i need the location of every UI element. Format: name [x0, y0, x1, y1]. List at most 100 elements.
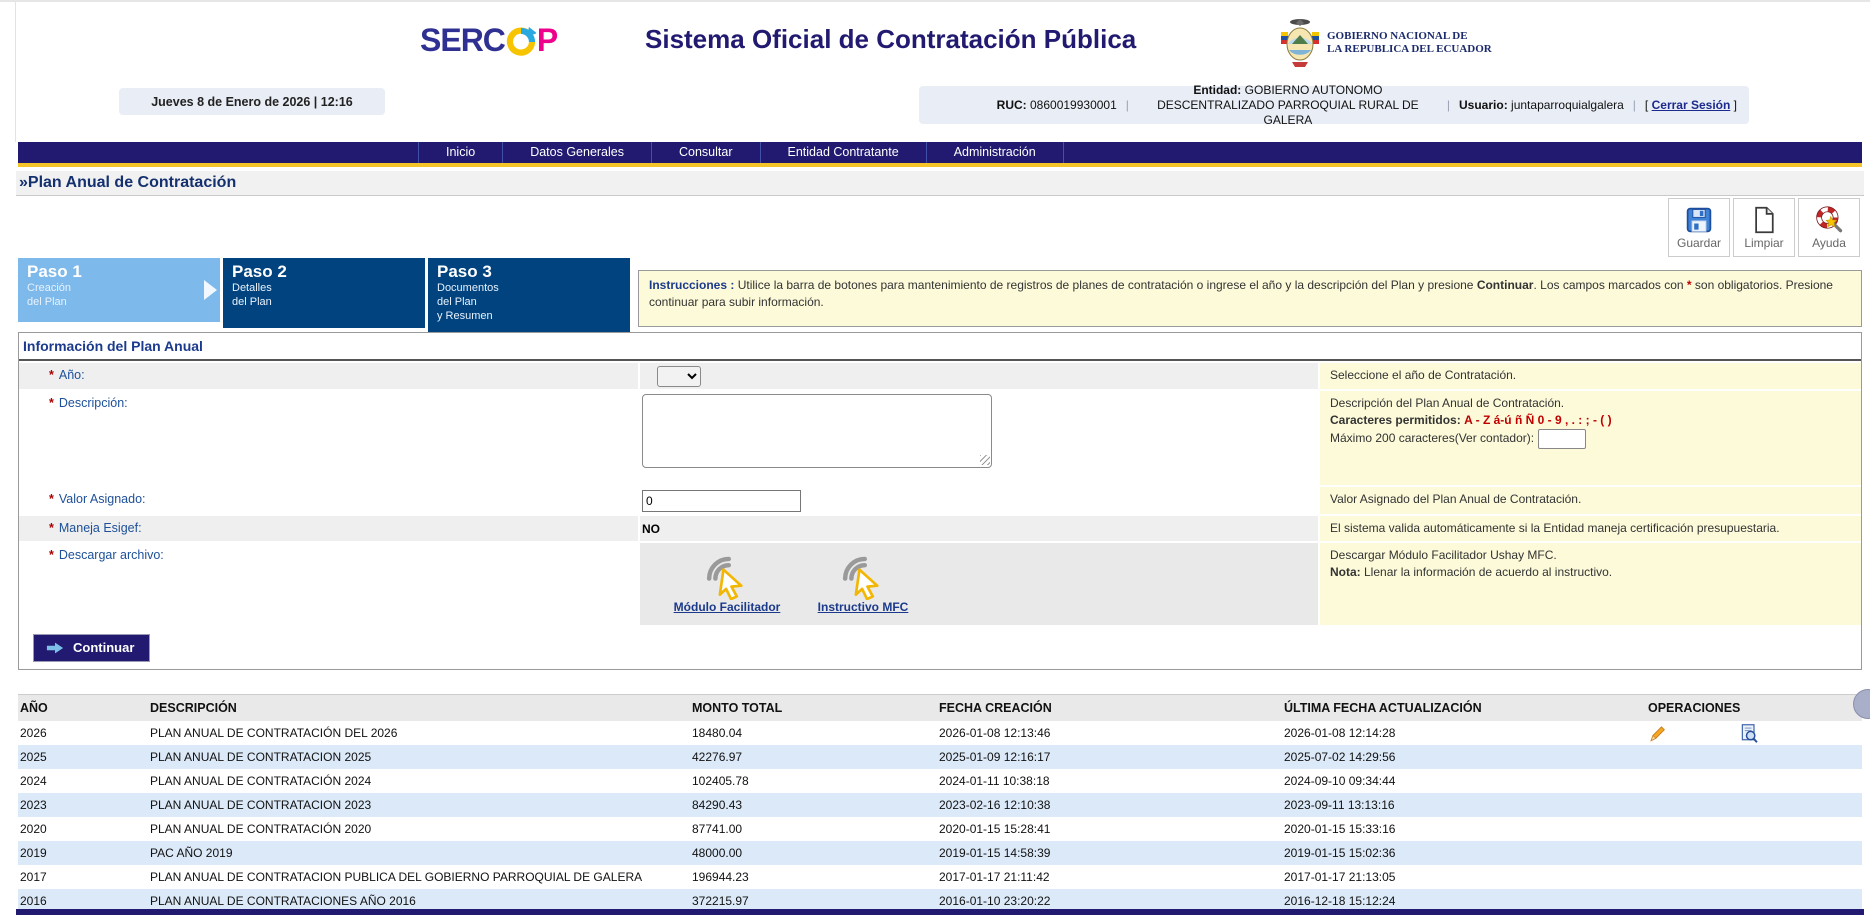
cell-created: 2020-01-15 15:28:41 — [937, 817, 1282, 841]
char-counter-label: Máximo 200 caracteres(Ver contador): — [1330, 431, 1534, 445]
edit-pencil-icon[interactable] — [1648, 724, 1667, 743]
cell-operations — [1646, 769, 1862, 793]
logout-link[interactable]: Cerrar Sesión — [1652, 98, 1731, 112]
esigef-value: NO — [642, 519, 1318, 536]
continue-button-label: Continuar — [73, 640, 134, 655]
cell-updated: 2017-01-17 21:13:05 — [1282, 865, 1646, 889]
modulo-facilitador-download[interactable]: Módulo Facilitador — [666, 550, 788, 614]
clear-button[interactable]: Limpiar — [1733, 198, 1795, 257]
esigef-label: Maneja Esigef: — [59, 521, 142, 535]
required-mark: * — [49, 548, 54, 562]
required-mark: * — [49, 396, 54, 410]
user-label: Usuario: — [1459, 98, 1508, 112]
instructions-bold-continuar: Continuar — [1477, 278, 1534, 292]
nav-item-inicio[interactable]: Inicio — [418, 142, 502, 163]
cell-year: 2024 — [18, 769, 148, 793]
anio-label-cell: *Año: — [19, 363, 638, 389]
cell-amount: 87741.00 — [690, 817, 937, 841]
cell-amount: 84290.43 — [690, 793, 937, 817]
nav-spacer — [18, 142, 418, 163]
descargar-help: Descargar Módulo Facilitador Ushay MFC. … — [1320, 543, 1861, 625]
continue-button[interactable]: Continuar — [33, 634, 150, 662]
descripcion-input-cell — [640, 391, 1318, 485]
cell-description: PLAN ANUAL DE CONTRATACIÓN DEL 2026 — [148, 721, 690, 745]
government-label-line2: LA REPUBLICA DEL ECUADOR — [1327, 43, 1492, 55]
session-info-bar: RUC: 0860019930001 | Entidad: GOBIERNO A… — [919, 86, 1749, 124]
cell-year: 2019 — [18, 841, 148, 865]
cell-year: 2017 — [18, 865, 148, 889]
descargar-label: Descargar archivo: — [59, 548, 164, 562]
nav-item-datos-generales[interactable]: Datos Generales — [502, 142, 651, 163]
cell-operations — [1646, 817, 1862, 841]
cell-created: 2026-01-08 12:13:46 — [937, 721, 1282, 745]
nota-label: Nota: — [1330, 565, 1361, 579]
step-2-line1: Detalles — [232, 281, 416, 295]
page-left-border — [15, 2, 16, 142]
table-row: 2019 PAC AÑO 2019 48000.00 2019-01-15 14… — [18, 841, 1862, 865]
cell-updated: 2026-01-08 12:14:28 — [1282, 721, 1646, 745]
esigef-value-cell: NO — [640, 516, 1318, 541]
step-3-documentos[interactable]: Paso 3 Documentos del Plan y Resumen — [428, 258, 630, 336]
year-select[interactable] — [657, 366, 701, 387]
system-title: Sistema Oficial de Contratación Pública — [645, 24, 1136, 55]
cell-year: 2023 — [18, 793, 148, 817]
continue-bar: Continuar — [33, 634, 1861, 662]
descargar-links-cell: Módulo Facilitador Instructivo MFC — [640, 543, 1318, 625]
descripcion-textarea[interactable] — [642, 394, 992, 468]
nav-item-entidad-contratante[interactable]: Entidad Contratante — [760, 142, 926, 163]
allowed-chars-label: Caracteres permitidos: — [1330, 413, 1461, 427]
ruc-info: RUC: 0860019930001 — [997, 98, 1117, 112]
modulo-facilitador-link[interactable]: Módulo Facilitador — [674, 600, 781, 614]
save-button[interactable]: Guardar — [1668, 198, 1730, 257]
instructivo-mfc-link[interactable]: Instructivo MFC — [818, 600, 909, 614]
sercop-logo-text-left: SERC — [420, 22, 505, 59]
sercop-logo: SERC P — [420, 22, 557, 59]
form-section-title: Información del Plan Anual — [19, 333, 1861, 361]
plan-form: Información del Plan Anual *Año: Selecci… — [18, 332, 1862, 670]
cell-operations — [1646, 745, 1862, 769]
help-button[interactable]: Ayuda — [1798, 198, 1860, 257]
col-header-ultima-actualizacion: ÚLTIMA FECHA ACTUALIZACIÓN — [1282, 695, 1646, 721]
table-row: 2026 PLAN ANUAL DE CONTRATACIÓN DEL 2026… — [18, 721, 1862, 745]
step-3-title: Paso 3 — [437, 262, 621, 281]
form-row-esigef: *Maneja Esigef: NO El sistema valida aut… — [19, 516, 1861, 541]
cell-updated: 2019-01-15 15:02:36 — [1282, 841, 1646, 865]
cell-amount: 102405.78 — [690, 769, 937, 793]
entity-label: Entidad: — [1193, 83, 1241, 97]
nav-item-consultar[interactable]: Consultar — [651, 142, 760, 163]
char-counter-input[interactable] — [1538, 429, 1586, 449]
page: SERC P Sistema Oficial de Contratación P… — [0, 0, 1870, 915]
cell-year: 2026 — [18, 721, 148, 745]
instructions-label: Instrucciones : — [649, 278, 734, 292]
cell-amount: 42276.97 — [690, 745, 937, 769]
table-header-row: AÑO DESCRIPCIÓN MONTO TOTAL FECHA CREACI… — [18, 694, 1862, 721]
textarea-resize-handle[interactable] — [980, 455, 990, 465]
valor-input[interactable] — [642, 490, 801, 512]
descargar-help-line1: Descargar Módulo Facilitador Ushay MFC. — [1330, 548, 1557, 562]
click-download-icon — [700, 550, 754, 600]
step-1-creacion[interactable]: Paso 1 Creación del Plan — [18, 258, 220, 322]
required-mark: * — [49, 368, 54, 382]
descripcion-label-cell: *Descripción: — [19, 391, 638, 485]
cell-created: 2024-01-11 10:38:18 — [937, 769, 1282, 793]
cell-updated: 2025-07-02 14:29:56 — [1282, 745, 1646, 769]
col-header-anio: AÑO — [18, 695, 148, 721]
col-header-monto-total: MONTO TOTAL — [690, 695, 937, 721]
ecuador-coat-of-arms-icon — [1280, 16, 1320, 70]
instructivo-mfc-download[interactable]: Instructivo MFC — [802, 550, 924, 614]
cell-description: PLAN ANUAL DE CONTRATACIÓN 2020 — [148, 817, 690, 841]
logout-bracket-close: ] — [1734, 98, 1737, 112]
step-2-line2: del Plan — [232, 295, 416, 309]
crud-toolbar: Guardar Limpiar Ayuda — [1668, 198, 1860, 257]
cell-operations — [1646, 841, 1862, 865]
view-detail-icon[interactable] — [1739, 723, 1759, 744]
nav-item-administracion[interactable]: Administración — [926, 142, 1064, 163]
cell-description: PLAN ANUAL DE CONTRATACION PUBLICA DEL G… — [148, 865, 690, 889]
required-mark: * — [49, 492, 54, 506]
wizard-steps: Paso 1 Creación del Plan Paso 2 Detalles… — [18, 258, 630, 336]
col-header-fecha-creacion: FECHA CREACIÓN — [937, 695, 1282, 721]
step-2-detalles[interactable]: Paso 2 Detalles del Plan — [223, 258, 425, 328]
cell-amount: 18480.04 — [690, 721, 937, 745]
government-label: GOBIERNO NACIONAL DE LA REPUBLICA DEL EC… — [1327, 30, 1492, 56]
blank-page-icon — [1750, 206, 1778, 234]
